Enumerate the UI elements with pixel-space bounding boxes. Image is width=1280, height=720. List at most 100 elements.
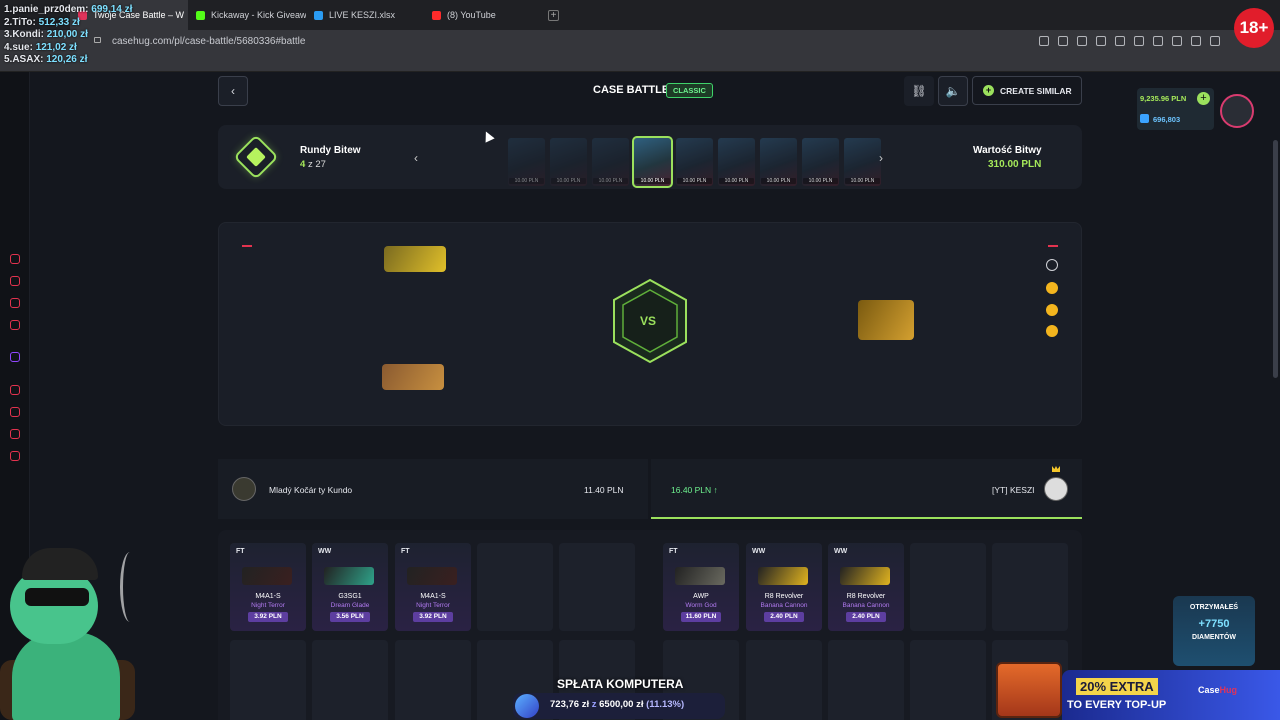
case-thumbnail[interactable]: 10.00 PLN [632, 136, 673, 188]
brand-part: Case [1198, 685, 1220, 695]
item-skin: Dream Glade [330, 602, 370, 609]
player-left-name: Mladý Kočár ty Kundo [269, 485, 353, 495]
twitch-icon[interactable] [10, 352, 20, 362]
back-button[interactable]: ‹ [218, 76, 248, 106]
download-icon[interactable] [1210, 36, 1220, 46]
url-field[interactable]: casehug.com/pl/case-battle/5680336#battl… [112, 36, 305, 47]
empty-item-slot [910, 640, 986, 720]
discord-icon[interactable] [10, 429, 20, 439]
gift-icon[interactable] [10, 298, 20, 308]
browser-tab[interactable]: LIVE KESZI.xlsx [306, 0, 424, 30]
mascot-cap [22, 548, 98, 580]
item-card[interactable]: WW R8 Revolver Banana Cannon 2.40 PLN [828, 543, 904, 631]
item-price: 3.56 PLN [330, 612, 370, 622]
rounds-prev-arrow[interactable]: ‹ [414, 151, 418, 165]
vs-label: VS [640, 314, 657, 328]
copy-link-button[interactable]: ⛓ [904, 76, 934, 106]
item-card[interactable]: WW G3SG1 Dream Glade 3.56 PLN [312, 543, 388, 631]
battle-icon[interactable] [10, 320, 20, 330]
bookmark-icon[interactable] [1115, 36, 1125, 46]
settings-icon[interactable] [10, 451, 20, 461]
brand-part: Hug [1219, 685, 1238, 695]
case-price: 10.00 PLN [509, 178, 544, 184]
new-tab-button[interactable]: + [548, 9, 559, 21]
mascot-sunglasses [25, 588, 89, 606]
deposit-button[interactable]: + [1197, 92, 1210, 105]
plus-icon: + [983, 85, 994, 96]
case-icon[interactable] [10, 276, 20, 286]
item-card[interactable]: FT M4A1-S Night Terror 3.92 PLN [395, 543, 471, 631]
promo-brand: CaseHug [1198, 685, 1237, 695]
scrollbar[interactable] [1273, 140, 1278, 378]
donation-progress: 723,76 zł z 6500,00 zł (11.13%) [550, 699, 684, 710]
item-weapon: M4A1-S [255, 593, 281, 600]
diamond-balance: 696,803 [1140, 114, 1180, 124]
item-skin: Night Terror [251, 602, 285, 609]
item-card[interactable]: FT M4A1-S Night Terror 3.92 PLN [230, 543, 306, 631]
browser-tab[interactable]: Kickaway - Kick Giveaway [188, 0, 306, 30]
player-left-avatar[interactable] [232, 477, 256, 501]
case-thumbnail[interactable]: 10.00 PLN [592, 138, 629, 186]
player-right-avatar[interactable] [1044, 477, 1068, 501]
case-thumbnail[interactable]: 10.00 PLN [760, 138, 797, 186]
item-image [407, 567, 457, 585]
case-thumbnail[interactable]: 10.00 PLN [508, 138, 545, 186]
item-card[interactable]: WW R8 Revolver Banana Cannon 2.40 PLN [746, 543, 822, 631]
screenshot-icon[interactable] [1077, 36, 1087, 46]
pin-icon[interactable] [1058, 36, 1068, 46]
case-thumbnail[interactable]: 10.00 PLN [718, 138, 755, 186]
play-icon[interactable] [1134, 36, 1144, 46]
leaderboard-row: 5.ASAX: 120,26 zł [4, 54, 132, 67]
leaderboard-name: 3.Kondi: [4, 29, 44, 40]
promo-banner[interactable]: 20% EXTRA TO EVERY TOP-UP CaseHug [1062, 670, 1280, 720]
dropped-item-image [858, 300, 914, 340]
leaderboard-amount: 699,14 zł [91, 4, 133, 15]
rewards-icon[interactable] [10, 385, 20, 395]
browser-toolbar [1039, 36, 1220, 46]
clock-icon[interactable] [10, 407, 20, 417]
empty-item-slot [230, 640, 306, 720]
item-skin: Night Terror [416, 602, 450, 609]
item-image [675, 567, 725, 585]
case-thumbnail[interactable]: 10.00 PLN [802, 138, 839, 186]
age-badge: 18+ [1234, 8, 1274, 48]
leaderboard-amount: 120,26 zł [46, 54, 88, 65]
leaderboard-row: 1.panie_prz0dem: 699,14 zł [4, 4, 132, 17]
item-image [840, 567, 890, 585]
leaderboard-name: 4.sue: [4, 41, 33, 53]
rounds-label: Rundy Bitew [300, 145, 361, 156]
empty-item-slot [477, 543, 553, 631]
wallet: 9,235.96 PLN + 696,803 [1137, 88, 1214, 130]
browser-tab[interactable]: (8) YouTube [424, 0, 542, 30]
case-thumbnail[interactable]: 10.00 PLN [676, 138, 713, 186]
promo-headline: 20% EXTRA [1076, 678, 1158, 695]
sound-button[interactable]: 🔈 [938, 76, 968, 106]
empty-item-slot [559, 543, 635, 631]
case-thumbnail[interactable]: 10.00 PLN [550, 138, 587, 186]
case-thumbnail[interactable]: 10.00 PLN [844, 138, 881, 186]
reward-label: OTRZYMAŁEŚ [1189, 604, 1239, 611]
speed-icon[interactable] [10, 254, 20, 264]
emoji-reaction-icon[interactable] [1046, 282, 1058, 294]
rounds-next-arrow[interactable]: › [879, 151, 883, 165]
player-right-total: 16.40 PLN ↑ [671, 485, 718, 495]
emoji-reaction-icon[interactable] [1046, 325, 1058, 337]
case-price: 10.00 PLN [803, 178, 838, 184]
shield-icon[interactable] [1096, 36, 1106, 46]
user-avatar[interactable] [1220, 94, 1254, 128]
zoom-icon[interactable] [1039, 36, 1049, 46]
create-similar-button[interactable]: + CREATE SIMILAR [972, 76, 1082, 105]
diamond-icon [1140, 114, 1149, 123]
right-indicator [1048, 245, 1058, 247]
emoji-reaction-icon[interactable] [1046, 304, 1058, 316]
emoji-picker-icon[interactable] [1046, 259, 1058, 271]
leaderboard-amount: 121,02 zł [35, 41, 77, 53]
extensions-icon[interactable] [1172, 36, 1182, 46]
heart-icon[interactable] [1153, 36, 1163, 46]
item-card[interactable]: FT AWP Worm God 11.60 PLN [663, 543, 739, 631]
reward-value: +7750 [1198, 618, 1230, 630]
tab-favicon-icon [432, 10, 441, 20]
share-icon[interactable] [1191, 36, 1201, 46]
tab-favicon-icon [196, 10, 205, 20]
donation-sep: z [591, 699, 597, 710]
